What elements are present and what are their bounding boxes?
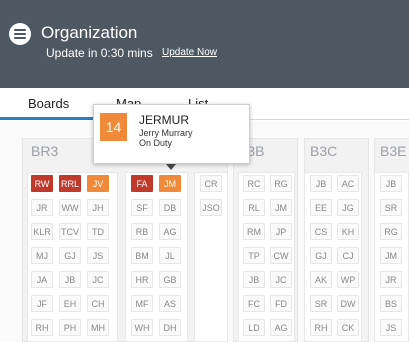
staff-cell[interactable]: SR bbox=[310, 295, 332, 312]
staff-cell[interactable]: CK bbox=[337, 319, 359, 336]
staff-cell[interactable]: BS bbox=[380, 295, 402, 312]
staff-cell[interactable]: JG bbox=[337, 199, 359, 216]
staff-cell[interactable]: JC bbox=[87, 271, 109, 288]
board-title-b3c: B3C bbox=[310, 143, 338, 159]
staff-cell[interactable]: JR bbox=[31, 199, 53, 216]
staff-cell[interactable]: GB bbox=[159, 271, 181, 288]
staff-cell[interactable]: RW bbox=[31, 175, 53, 192]
staff-cell[interactable]: JB bbox=[59, 271, 81, 288]
staff-cell[interactable]: HR bbox=[131, 271, 153, 288]
staff-cell[interactable]: TD bbox=[87, 223, 109, 240]
staff-cell[interactable]: JM bbox=[270, 199, 292, 216]
staff-cell[interactable]: MJ bbox=[31, 247, 53, 264]
update-countdown: Update in 0:30 mins bbox=[46, 46, 153, 60]
staff-cell[interactable]: CS bbox=[310, 223, 332, 240]
staff-cell[interactable]: SR bbox=[380, 199, 402, 216]
staff-cell[interactable]: SF bbox=[131, 199, 153, 216]
staff-cell[interactable]: JF bbox=[31, 295, 53, 312]
board-title-br3: BR3 bbox=[31, 143, 59, 159]
staff-cell[interactable]: JM bbox=[380, 247, 402, 264]
staff-cell[interactable]: JH bbox=[87, 199, 109, 216]
tooltip-code: JERMUR bbox=[139, 113, 189, 127]
staff-cell[interactable]: DB bbox=[159, 199, 181, 216]
staff-cell[interactable]: CJ bbox=[337, 247, 359, 264]
staff-cell[interactable]: JM bbox=[159, 175, 181, 192]
tooltip-status: On Duty bbox=[139, 138, 173, 148]
staff-cell[interactable]: WP bbox=[337, 271, 359, 288]
staff-cell[interactable]: MF bbox=[131, 295, 153, 312]
staff-cell[interactable]: MH bbox=[87, 319, 109, 336]
page-title: Organization bbox=[41, 23, 138, 42]
staff-cell[interactable]: RM bbox=[243, 223, 265, 240]
staff-cell[interactable]: RRL bbox=[59, 175, 81, 192]
board-column bbox=[194, 172, 228, 342]
staff-cell[interactable]: PH bbox=[59, 319, 81, 336]
staff-cell[interactable]: JA bbox=[31, 271, 53, 288]
staff-cell[interactable]: JP bbox=[270, 223, 292, 240]
staff-cell[interactable]: WH bbox=[131, 319, 153, 336]
staff-cell[interactable]: AC bbox=[337, 175, 359, 192]
staff-cell[interactable]: KH bbox=[337, 223, 359, 240]
staff-cell[interactable]: DH bbox=[159, 319, 181, 336]
staff-cell[interactable]: JL bbox=[159, 247, 181, 264]
staff-cell[interactable]: KLR bbox=[31, 223, 53, 240]
staff-cell[interactable]: GJ bbox=[310, 247, 332, 264]
staff-cell[interactable]: JV bbox=[87, 175, 109, 192]
staff-cell[interactable]: DW bbox=[337, 295, 359, 312]
staff-cell[interactable]: TCV bbox=[59, 223, 81, 240]
staff-cell[interactable]: RH bbox=[310, 319, 332, 336]
staff-cell[interactable]: JB bbox=[243, 271, 265, 288]
app-header: Organization Update in 0:30 mins Update … bbox=[0, 0, 409, 88]
staff-cell[interactable]: RC bbox=[243, 175, 265, 192]
staff-cell[interactable]: CR bbox=[200, 175, 222, 192]
staff-cell[interactable]: AS bbox=[159, 295, 181, 312]
staff-cell[interactable]: RH bbox=[31, 319, 53, 336]
staff-cell[interactable]: EH bbox=[59, 295, 81, 312]
tooltip-badge: 14 bbox=[100, 113, 127, 141]
staff-cell[interactable]: RG bbox=[380, 223, 402, 240]
staff-cell[interactable]: LD bbox=[243, 319, 265, 336]
staff-cell[interactable]: FD bbox=[270, 295, 292, 312]
hamburger-menu-icon[interactable] bbox=[9, 23, 31, 45]
staff-cell[interactable]: RL bbox=[243, 199, 265, 216]
staff-cell[interactable]: AG bbox=[159, 223, 181, 240]
tooltip-pointer-icon bbox=[166, 164, 176, 170]
staff-tooltip: 14 JERMUR Jerry Murrary On Duty bbox=[93, 104, 250, 164]
update-now-link[interactable]: Update Now bbox=[162, 46, 217, 60]
staff-cell[interactable]: JSO bbox=[200, 199, 222, 216]
staff-cell[interactable]: RB bbox=[131, 223, 153, 240]
staff-cell[interactable]: WW bbox=[59, 199, 81, 216]
staff-cell[interactable]: JB bbox=[380, 175, 402, 192]
staff-cell[interactable]: AK bbox=[310, 271, 332, 288]
staff-cell[interactable]: TP bbox=[243, 247, 265, 264]
staff-cell[interactable]: RG bbox=[270, 175, 292, 192]
staff-cell[interactable]: CW bbox=[270, 247, 292, 264]
staff-cell[interactable]: CH bbox=[87, 295, 109, 312]
staff-cell[interactable]: FC bbox=[243, 295, 265, 312]
staff-cell[interactable]: AG bbox=[270, 319, 292, 336]
staff-cell[interactable]: JS bbox=[380, 319, 402, 336]
staff-cell[interactable]: JB bbox=[310, 175, 332, 192]
staff-cell[interactable]: GJ bbox=[59, 247, 81, 264]
staff-cell[interactable]: FA bbox=[131, 175, 153, 192]
tab-boards[interactable]: Boards bbox=[28, 96, 69, 112]
board-title-b3e: B3E bbox=[380, 143, 407, 159]
staff-cell[interactable]: EE bbox=[310, 199, 332, 216]
staff-cell[interactable]: JC bbox=[270, 271, 292, 288]
staff-cell[interactable]: BM bbox=[131, 247, 153, 264]
staff-cell[interactable]: JR bbox=[380, 271, 402, 288]
staff-cell[interactable]: JS bbox=[87, 247, 109, 264]
